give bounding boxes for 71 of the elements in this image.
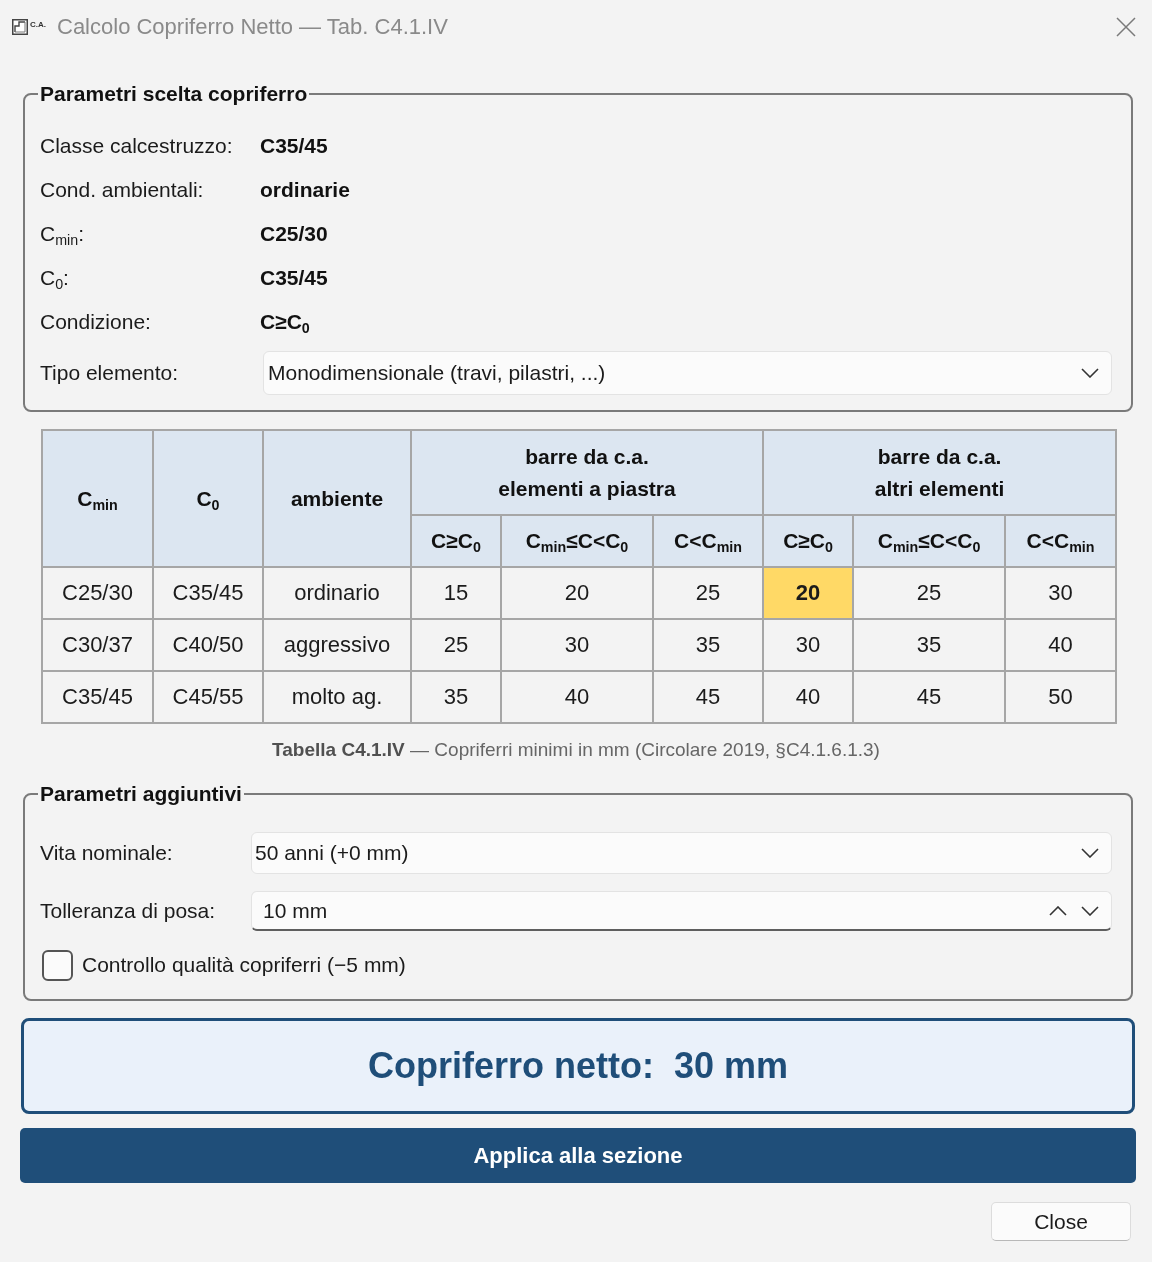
table-cell: ordinario xyxy=(263,567,411,619)
field-label: Vita nominale: xyxy=(40,841,173,865)
table-cell: molto ag. xyxy=(263,671,411,723)
table-cell[interactable]: 40 xyxy=(1005,619,1117,671)
close-icon xyxy=(1116,17,1136,37)
field-label: C$_{min}$: xyxy=(40,222,84,246)
column-header: C$_{0}$ xyxy=(153,430,263,567)
tolerance-spinbox[interactable]: 10 mm xyxy=(251,891,1112,931)
column-header: C$_{min}$≤C<C$_{0}$ xyxy=(501,515,653,567)
table-cell[interactable]: 15 xyxy=(411,567,501,619)
table-cell: C35/45 xyxy=(153,567,263,619)
column-group-header: barre da c.a. elementi a piastra xyxy=(411,430,764,515)
table-cell[interactable]: 30 xyxy=(501,619,653,671)
field-value: C35/45 xyxy=(260,134,328,158)
field-label: Condizione: xyxy=(40,310,151,334)
field-label: Tolleranza di posa: xyxy=(40,899,216,923)
table-caption: Tabella C4.1.IV — Copriferri minimi in mm (Circolare 2019, §C4.1.6.1.3) xyxy=(271,738,881,762)
table-cell[interactable]: 20 xyxy=(501,567,653,619)
table-cell[interactable]: 25 xyxy=(653,567,764,619)
chevron-down-icon xyxy=(1081,848,1099,858)
table-cell[interactable]: 35 xyxy=(653,619,764,671)
section-title: Parametri aggiuntivi xyxy=(39,781,243,807)
table-cell: C25/30 xyxy=(42,567,153,619)
column-header: C<C$_{min}$ xyxy=(1005,515,1117,567)
service-life-dropdown[interactable]: 50 anni (+0 mm) xyxy=(251,832,1112,874)
column-header: C≥C$_{0}$ xyxy=(411,515,501,567)
field-value: C25/30 xyxy=(260,222,328,246)
table-cell: aggressivo xyxy=(263,619,411,671)
table-cell[interactable]: 30 xyxy=(1005,567,1117,619)
result-banner: Copriferro netto: 30 mm xyxy=(21,1018,1135,1114)
table-cell[interactable]: 40 xyxy=(763,671,854,723)
element-type-dropdown[interactable]: Monodimensionale (travi, pilastri, ...) xyxy=(263,351,1112,395)
field-label: Classe calcestruzzo: xyxy=(40,134,233,158)
table-cell: C35/45 xyxy=(42,671,153,723)
chevron-down-icon[interactable] xyxy=(1081,905,1099,916)
field-value: ordinarie xyxy=(260,178,350,202)
table-cell[interactable]: 40 xyxy=(501,671,653,723)
apply-button[interactable]: Applica alla sezione xyxy=(20,1128,1136,1183)
field-value: C≥C$_{0}$ xyxy=(260,310,310,334)
table-cell: C40/50 xyxy=(153,619,263,671)
field-label: Tipo elemento: xyxy=(40,361,179,385)
checkbox-label: Controllo qualità copriferri (−5 mm) xyxy=(82,953,406,977)
column-header: ambiente xyxy=(263,430,411,567)
chevron-up-icon[interactable] xyxy=(1049,905,1067,916)
table-cell[interactable]: 45 xyxy=(853,671,1006,723)
section-title: Parametri scelta copriferro xyxy=(39,81,309,107)
close-button[interactable]: Close xyxy=(991,1202,1131,1241)
field-value: C35/45 xyxy=(260,266,328,290)
column-header: C$_{min}$ xyxy=(42,430,153,567)
table-cell[interactable]: 50 xyxy=(1005,671,1117,723)
window-title: Calcolo Copriferro Netto — Tab. C4.1.IV xyxy=(57,14,448,40)
table-cell[interactable]: 30 xyxy=(763,619,854,671)
column-group-header: barre da c.a. altri elementi xyxy=(763,430,1117,515)
column-header: C≥C$_{0}$ xyxy=(763,515,854,567)
table-cell: C45/55 xyxy=(153,671,263,723)
window-close-button[interactable] xyxy=(1116,17,1136,37)
table-cell: C30/37 xyxy=(42,619,153,671)
app-icon xyxy=(12,19,28,35)
table-cell[interactable]: 35 xyxy=(411,671,501,723)
table-cell[interactable]: 25 xyxy=(853,567,1006,619)
column-header: C$_{min}$≤C<C$_{0}$ xyxy=(853,515,1006,567)
checkbox[interactable] xyxy=(42,949,73,981)
table-cell[interactable]: 20 xyxy=(763,567,854,619)
field-label: Cond. ambientali: xyxy=(40,178,204,202)
logo-text: C.A. xyxy=(30,19,46,29)
column-header: C<C$_{min}$ xyxy=(653,515,764,567)
field-label: C$_{0}$: xyxy=(40,266,69,290)
table-cell[interactable]: 25 xyxy=(411,619,501,671)
chevron-down-icon xyxy=(1081,368,1099,378)
table-cell[interactable]: 45 xyxy=(653,671,764,723)
table-cell[interactable]: 35 xyxy=(853,619,1006,671)
